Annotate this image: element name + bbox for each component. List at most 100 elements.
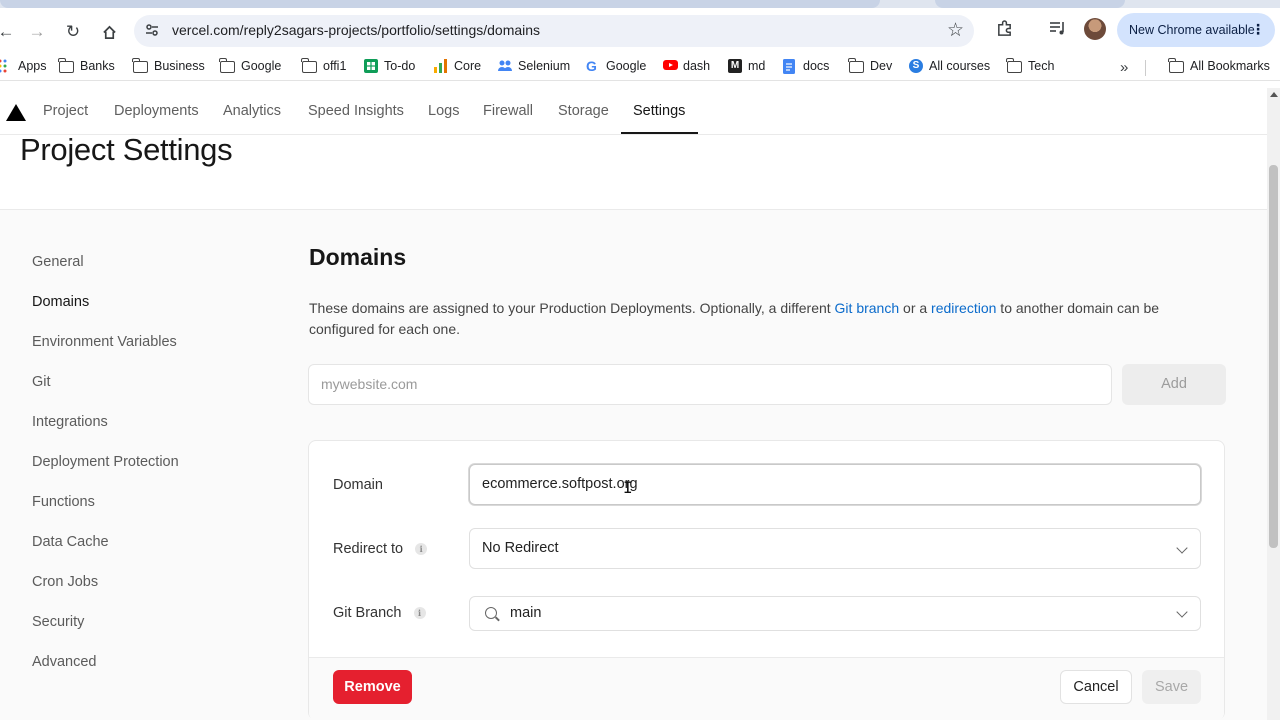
- domain-card: Domain ecommerce.softpost.org Redirect t…: [308, 440, 1225, 720]
- home-icon[interactable]: [97, 22, 121, 42]
- tab-storage[interactable]: Storage: [558, 103, 609, 119]
- bookmark-label: Google: [241, 59, 282, 73]
- sidebar-item-general[interactable]: General: [32, 254, 84, 270]
- browser-tab[interactable]: [935, 0, 1125, 8]
- bookmark-google[interactable]: G Google: [586, 59, 646, 73]
- info-icon[interactable]: i: [415, 543, 428, 555]
- vercel-logo-icon[interactable]: [6, 104, 26, 121]
- settings-content: General Domains Environment Variables Gi…: [0, 210, 1267, 720]
- folder-icon: [1168, 58, 1184, 73]
- tab-deployments[interactable]: Deployments: [114, 103, 199, 119]
- bookmark-business[interactable]: Business: [132, 58, 205, 73]
- sidebar-item-advanced[interactable]: Advanced: [32, 654, 97, 670]
- bookmark-label: To-do: [384, 59, 416, 73]
- sidebar-item-functions[interactable]: Functions: [32, 494, 95, 510]
- more-bookmarks-icon[interactable]: »: [1120, 59, 1128, 76]
- google-g-icon: G: [586, 58, 597, 74]
- folder-icon: [132, 58, 148, 73]
- page-header: Project Settings: [0, 132, 1267, 210]
- bookmark-label: md: [748, 59, 766, 73]
- reload-icon[interactable]: ↻: [61, 22, 85, 42]
- new-chrome-available-button[interactable]: New Chrome available ⋮: [1117, 13, 1275, 47]
- folder-icon: [58, 58, 74, 73]
- bookmark-selenium[interactable]: Selenium: [498, 59, 570, 73]
- sidebar-item-data-cache[interactable]: Data Cache: [32, 534, 109, 550]
- tab-speed-insights[interactable]: Speed Insights: [308, 103, 404, 119]
- back-icon[interactable]: ←: [0, 22, 18, 42]
- m-icon: M: [728, 59, 742, 73]
- bookmark-offi1[interactable]: offi1: [301, 58, 346, 73]
- save-button[interactable]: Save: [1142, 670, 1201, 704]
- domain-field[interactable]: ecommerce.softpost.org: [469, 464, 1201, 505]
- site-info-icon[interactable]: [144, 22, 162, 40]
- sidebar-item-security[interactable]: Security: [32, 614, 84, 630]
- git-branch-select[interactable]: main: [469, 596, 1201, 631]
- bookmark-all-courses[interactable]: S All courses: [909, 59, 990, 73]
- bookmark-label: Selenium: [518, 59, 571, 73]
- forward-icon[interactable]: →: [25, 22, 49, 42]
- docs-icon: [783, 59, 797, 74]
- tab-project[interactable]: Project: [43, 103, 88, 119]
- bookmarks-bar: Apps Banks Business Google offi1 To-do C…: [0, 54, 1280, 81]
- git-branch-select-value: main: [510, 605, 542, 621]
- folder-icon: [1006, 58, 1022, 73]
- remove-button[interactable]: Remove: [333, 670, 412, 704]
- cancel-button[interactable]: Cancel: [1060, 670, 1132, 704]
- tab-settings[interactable]: Settings: [633, 103, 685, 119]
- card-footer: Remove Cancel Save: [309, 657, 1224, 720]
- scrollbar-thumb[interactable]: [1269, 165, 1278, 548]
- sidebar-item-deployment-protection[interactable]: Deployment Protection: [32, 454, 179, 470]
- bookmark-dash[interactable]: dash: [663, 59, 710, 73]
- tab-firewall[interactable]: Firewall: [483, 103, 533, 119]
- bookmark-apps[interactable]: Apps: [0, 59, 47, 73]
- more-menu-icon[interactable]: ⋮: [1251, 21, 1265, 38]
- apps-grid-icon: [0, 59, 12, 73]
- bookmark-label: Tech: [1028, 59, 1055, 73]
- sidebar-item-git[interactable]: Git: [32, 374, 51, 390]
- add-domain-button[interactable]: Add: [1122, 364, 1226, 405]
- sidebar-item-cron-jobs[interactable]: Cron Jobs: [32, 574, 98, 590]
- project-nav: Project Deployments Analytics Speed Insi…: [0, 88, 1267, 135]
- domain-label: Domain: [333, 477, 383, 493]
- sidebar-item-domains[interactable]: Domains: [32, 294, 89, 310]
- bookmark-star-icon[interactable]: ☆: [947, 19, 964, 42]
- active-tab-indicator: [621, 132, 698, 134]
- info-icon[interactable]: i: [413, 607, 426, 619]
- add-domain-input[interactable]: mywebsite.com: [308, 364, 1112, 405]
- browser-tab[interactable]: [0, 0, 880, 8]
- address-bar[interactable]: vercel.com/reply2sagars-projects/portfol…: [134, 15, 974, 47]
- bookmark-label: Business: [154, 59, 205, 73]
- sidebar-item-integrations[interactable]: Integrations: [32, 414, 108, 430]
- bookmark-tech[interactable]: Tech: [1006, 58, 1055, 73]
- page-scrollbar[interactable]: [1267, 88, 1280, 720]
- bookmark-docs[interactable]: docs: [783, 59, 829, 74]
- profile-avatar[interactable]: [1084, 18, 1106, 40]
- search-icon: [485, 607, 497, 619]
- s-icon: S: [909, 59, 923, 73]
- redirection-link[interactable]: redirection: [931, 300, 996, 316]
- bookmark-md[interactable]: M md: [728, 59, 765, 73]
- bookmark-todo[interactable]: To-do: [364, 59, 415, 73]
- description-text: or a: [899, 300, 932, 316]
- tab-logs[interactable]: Logs: [428, 103, 459, 119]
- all-bookmarks[interactable]: All Bookmarks: [1168, 58, 1270, 73]
- bookmark-google-folder[interactable]: Google: [219, 58, 282, 73]
- bookmark-label: Banks: [80, 59, 115, 73]
- media-control-icon[interactable]: [1049, 20, 1067, 41]
- bookmark-label: dash: [683, 59, 711, 73]
- divider: [1145, 60, 1146, 76]
- bookmark-core[interactable]: Core: [434, 59, 481, 73]
- bookmark-dev[interactable]: Dev: [848, 58, 892, 73]
- extensions-icon[interactable]: [996, 20, 1013, 42]
- bar-chart-icon: [434, 59, 448, 73]
- sidebar-item-environment-variables[interactable]: Environment Variables: [32, 334, 177, 350]
- all-bookmarks-label: All Bookmarks: [1190, 59, 1270, 73]
- redirect-label: Redirect to i: [333, 541, 428, 557]
- git-branch-link[interactable]: Git branch: [835, 300, 900, 316]
- redirect-select[interactable]: No Redirect: [469, 528, 1201, 569]
- tab-analytics[interactable]: Analytics: [223, 103, 281, 119]
- bookmark-banks[interactable]: Banks: [58, 58, 115, 73]
- url-text: vercel.com/reply2sagars-projects/portfol…: [172, 22, 541, 38]
- scroll-up-icon[interactable]: [1270, 92, 1278, 97]
- folder-icon: [219, 58, 235, 73]
